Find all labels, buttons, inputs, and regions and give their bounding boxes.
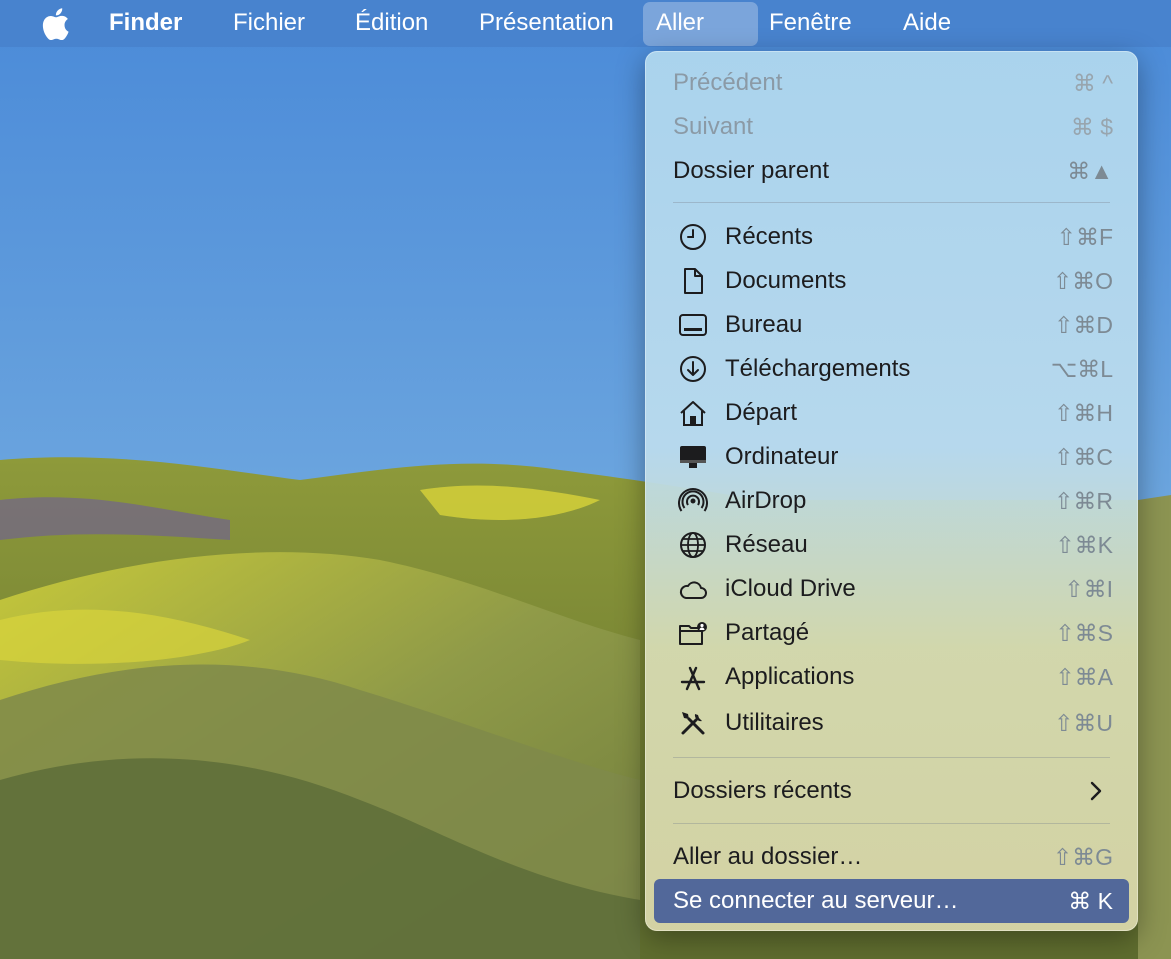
menu-item-shortcut: ⇧⌘F bbox=[1056, 224, 1113, 250]
menu-item-shortcut: ⇧⌘K bbox=[1055, 532, 1113, 558]
menu-item-label: Précédent bbox=[673, 69, 783, 96]
menu-item-recents[interactable]: Récents ⇧⌘F bbox=[654, 215, 1129, 259]
menubar-presentation[interactable]: Présentation bbox=[466, 0, 627, 47]
menu-item-label: iCloud Drive bbox=[725, 575, 856, 602]
menu-item-utilitaires[interactable]: Utilitaires ⇧⌘U bbox=[654, 701, 1129, 745]
menubar-edition[interactable]: Édition bbox=[342, 0, 441, 47]
menu-item-shortcut: ⌥⌘L bbox=[1050, 356, 1113, 382]
clock-icon bbox=[680, 224, 706, 250]
menu-item-label: Se connecter au serveur… bbox=[673, 887, 959, 914]
go-menu: Précédent ⌘ ^ Suivant ⌘ $ Dossier parent… bbox=[645, 51, 1138, 931]
menu-item-shortcut: ⇧⌘C bbox=[1054, 444, 1113, 470]
menu-item-shortcut: ⇧⌘I bbox=[1064, 576, 1113, 602]
menu-item-label: Ordinateur bbox=[725, 443, 839, 470]
chevron-right-icon bbox=[1090, 781, 1102, 801]
menu-item-suivant[interactable]: Suivant ⌘ $ bbox=[654, 105, 1129, 149]
menu-item-shortcut: ⇧⌘R bbox=[1054, 488, 1113, 514]
document-icon bbox=[684, 268, 703, 294]
menu-item-label: Téléchargements bbox=[725, 355, 911, 382]
menubar-app-finder[interactable]: Finder bbox=[96, 0, 195, 47]
menu-item-reseau[interactable]: Réseau ⇧⌘K bbox=[654, 523, 1129, 567]
menu-item-shortcut: ⇧⌘A bbox=[1055, 664, 1113, 690]
menu-item-precedent[interactable]: Précédent ⌘ ^ bbox=[654, 61, 1129, 105]
shared-folder-icon bbox=[679, 622, 707, 645]
apple-logo-icon[interactable] bbox=[40, 8, 70, 40]
menu-item-shortcut: ⇧⌘G bbox=[1052, 844, 1113, 870]
globe-icon bbox=[680, 532, 706, 558]
computer-icon bbox=[680, 446, 706, 468]
menu-item-bureau[interactable]: Bureau ⇧⌘D bbox=[654, 303, 1129, 347]
menu-item-label: Réseau bbox=[725, 531, 808, 558]
menu-separator bbox=[673, 757, 1110, 758]
menubar-aide[interactable]: Aide bbox=[890, 0, 964, 47]
menubar-aller[interactable]: Aller bbox=[643, 2, 758, 46]
menu-item-partage[interactable]: Partagé ⇧⌘S bbox=[654, 611, 1129, 655]
menu-item-label: Bureau bbox=[725, 311, 803, 338]
menu-item-label: Récents bbox=[725, 223, 814, 250]
menu-item-label: Utilitaires bbox=[725, 709, 824, 736]
cloud-icon bbox=[679, 581, 707, 599]
menu-item-aller-au-dossier[interactable]: Aller au dossier… ⇧⌘G bbox=[654, 835, 1129, 879]
menu-item-label: Aller au dossier… bbox=[673, 843, 863, 870]
menu-item-label: Dossiers récents bbox=[673, 777, 852, 804]
menubar-fenetre[interactable]: Fenêtre bbox=[756, 0, 865, 47]
menu-item-documents[interactable]: Documents ⇧⌘O bbox=[654, 259, 1129, 303]
menu-item-label: Partagé bbox=[725, 619, 810, 646]
menu-item-telechargements[interactable]: Téléchargements ⌥⌘L bbox=[654, 347, 1129, 391]
menu-item-shortcut: ⌘ $ bbox=[1070, 114, 1113, 140]
desktop-icon bbox=[679, 314, 707, 336]
menu-item-airdrop[interactable]: AirDrop ⇧⌘R bbox=[654, 479, 1129, 523]
menu-item-shortcut: ⇧⌘U bbox=[1054, 710, 1113, 736]
download-icon bbox=[680, 356, 706, 382]
utilities-icon bbox=[681, 712, 705, 735]
menu-item-label: Suivant bbox=[673, 113, 754, 140]
menu-item-label: Documents bbox=[725, 267, 847, 294]
airdrop-icon bbox=[678, 488, 708, 512]
menu-item-label: Applications bbox=[725, 663, 855, 690]
menu-item-se-connecter-au-serveur[interactable]: Se connecter au serveur… ⌘ K bbox=[654, 879, 1129, 923]
menu-item-shortcut: ⇧⌘H bbox=[1054, 400, 1113, 426]
home-icon bbox=[680, 401, 706, 426]
menu-item-dossier-parent[interactable]: Dossier parent ⌘▲ bbox=[654, 149, 1129, 193]
menu-item-depart[interactable]: Départ ⇧⌘H bbox=[654, 391, 1129, 435]
applications-icon bbox=[680, 666, 706, 691]
menu-item-label: AirDrop bbox=[725, 487, 807, 514]
menu-item-dossiers-recents[interactable]: Dossiers récents bbox=[654, 769, 1129, 813]
menu-item-applications[interactable]: Applications ⇧⌘A bbox=[654, 655, 1129, 699]
menu-separator bbox=[673, 202, 1110, 203]
menu-item-shortcut: ⇧⌘O bbox=[1052, 268, 1113, 294]
menu-item-label: Départ bbox=[725, 399, 798, 426]
menu-item-shortcut: ⌘▲ bbox=[1067, 158, 1113, 184]
menu-item-shortcut: ⇧⌘D bbox=[1054, 312, 1113, 338]
menu-item-ordinateur[interactable]: Ordinateur ⇧⌘C bbox=[654, 435, 1129, 479]
menu-item-icloud-drive[interactable]: iCloud Drive ⇧⌘I bbox=[654, 567, 1129, 611]
menu-bar: Finder Fichier Édition Présentation Alle… bbox=[0, 0, 1171, 47]
menubar-fichier[interactable]: Fichier bbox=[220, 0, 318, 47]
menu-item-shortcut: ⇧⌘S bbox=[1055, 620, 1113, 646]
menu-item-label: Dossier parent bbox=[673, 157, 830, 184]
menu-item-shortcut: ⌘ ^ bbox=[1072, 70, 1113, 96]
menu-separator bbox=[673, 823, 1110, 824]
menu-item-shortcut: ⌘ K bbox=[1068, 888, 1113, 914]
